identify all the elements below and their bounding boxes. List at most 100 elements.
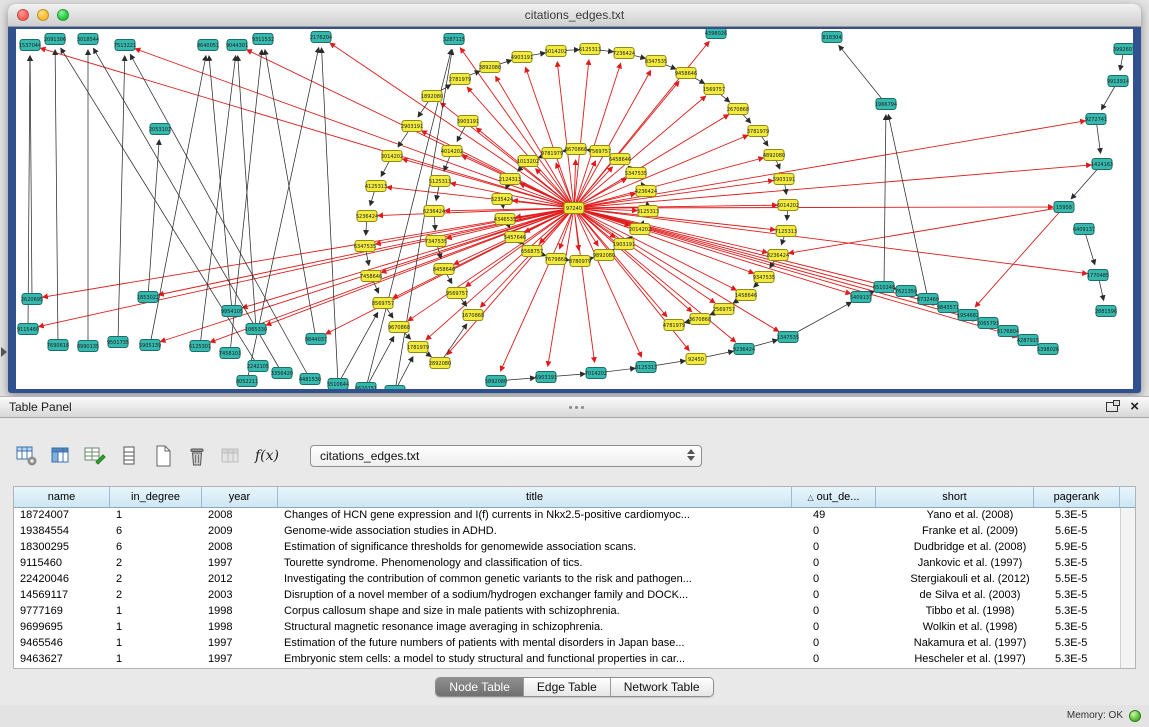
graph-node[interactable]: 1770485: [1087, 270, 1109, 281]
graph-node[interactable]: 5510644: [327, 379, 349, 390]
graph-node[interactable]: 6125301: [189, 341, 211, 352]
graph-node[interactable]: 2053102: [149, 124, 171, 135]
graph-node[interactable]: 2781979: [449, 74, 471, 85]
close-window-icon[interactable]: [17, 9, 29, 21]
graph-node[interactable]: 8569757: [372, 298, 394, 309]
graph-node[interactable]: 92450: [686, 354, 706, 365]
graph-node[interactable]: 1892080: [421, 91, 443, 102]
graph-node[interactable]: 1954682: [957, 310, 979, 321]
graph-node[interactable]: 1670868: [462, 310, 484, 321]
graph-node[interactable]: 7690618: [47, 340, 69, 351]
graph-node[interactable]: 1853022: [137, 292, 159, 303]
graph-node[interactable]: 8670868: [565, 144, 587, 155]
float-panel-icon[interactable]: [1106, 402, 1118, 412]
graph-node[interactable]: 8125313: [635, 362, 657, 373]
window-titlebar[interactable]: citations_edges.txt: [8, 4, 1141, 27]
graph-node[interactable]: 4892080: [763, 150, 785, 161]
graph-node[interactable]: 9954105: [221, 306, 243, 317]
graph-node[interactable]: 1458646: [735, 290, 757, 301]
graph-node[interactable]: 1903191: [613, 239, 635, 250]
graph-node[interactable]: 6236424: [423, 206, 445, 217]
graph-node[interactable]: 9501735: [107, 337, 129, 348]
graph-node[interactable]: 3176804: [997, 326, 1019, 337]
graph-node[interactable]: 818304: [822, 32, 842, 43]
graph-node[interactable]: 2569757: [713, 304, 735, 315]
graph-node[interactable]: 2242105: [247, 361, 269, 372]
graph-node[interactable]: 7014202: [585, 368, 607, 379]
table-row[interactable]: 946362711997Embryonic stem cells: a mode…: [14, 652, 1135, 668]
graph-node[interactable]: 5905139: [139, 340, 161, 351]
tab-node-table[interactable]: Node Table: [436, 678, 524, 696]
graph-node[interactable]: 5398026: [1037, 344, 1059, 355]
graph-node[interactable]: 8780979: [569, 256, 591, 267]
graph-node[interactable]: 3992607: [1113, 44, 1133, 55]
graph-node[interactable]: 1569757: [703, 84, 725, 95]
graph-node[interactable]: 7125313: [775, 226, 797, 237]
column-header-in_degree[interactable]: in_degree: [110, 487, 202, 507]
table-row[interactable]: 1872400712008Changes of HCN gene express…: [14, 508, 1135, 524]
graph-node[interactable]: 5892080: [485, 376, 507, 387]
graph-node[interactable]: 7458646: [360, 271, 382, 282]
graph-node[interactable]: 4287915: [1017, 335, 1039, 346]
graph-node[interactable]: 9892080: [593, 250, 615, 261]
graph-node[interactable]: 6409137: [1073, 224, 1095, 235]
graph-node[interactable]: 9569757: [446, 288, 468, 299]
graph-node[interactable]: 6903191: [535, 372, 557, 383]
graph-node[interactable]: 2124313: [499, 174, 521, 185]
graph-node[interactable]: 4481530: [299, 374, 321, 385]
graph-node[interactable]: 3781979: [747, 126, 769, 137]
table-row[interactable]: 969969511998Structural magnetic resonanc…: [14, 620, 1135, 636]
column-header-pagerank[interactable]: pagerank: [1034, 487, 1120, 507]
column-header-out_de[interactable]: △out_de...: [792, 487, 876, 507]
graph-node[interactable]: 4781979: [663, 320, 685, 331]
graph-node[interactable]: 4236424: [635, 186, 657, 197]
graph-node[interactable]: 7236424: [613, 48, 635, 59]
graph-node[interactable]: 2620695: [21, 294, 43, 305]
graph-node[interactable]: 2091306: [44, 34, 66, 45]
graph-node[interactable]: 6620151: [355, 383, 377, 390]
graph-node[interactable]: 6568757: [521, 246, 543, 257]
graph-node[interactable]: 3014202: [381, 151, 403, 162]
graph-node[interactable]: 5347535: [625, 168, 647, 179]
graph-node[interactable]: 3235424: [491, 194, 513, 205]
tab-network-table[interactable]: Network Table: [611, 678, 713, 696]
graph-node[interactable]: 9311532: [252, 34, 274, 45]
edit-table-icon[interactable]: [82, 443, 108, 469]
graph-node[interactable]: 2065793: [977, 318, 999, 329]
graph-node[interactable]: 6347535: [354, 241, 376, 252]
graph-node[interactable]: 1537044: [19, 40, 41, 51]
table-row[interactable]: 977716911998Corpus callosum shape and si…: [14, 604, 1135, 620]
table-row[interactable]: 2242004622012Investigating the contribut…: [14, 572, 1135, 588]
graph-node[interactable]: 7347535: [425, 236, 447, 247]
graph-node[interactable]: 9272741: [1085, 114, 1107, 125]
graph-node[interactable]: 3903191: [457, 116, 479, 127]
table-row[interactable]: 946554611997Estimation of the future num…: [14, 636, 1135, 652]
graph-node[interactable]: 2892080: [429, 358, 451, 369]
graph-node[interactable]: 2670868: [727, 104, 749, 115]
graph-node[interactable]: 2903191: [401, 121, 423, 132]
graph-node[interactable]: 5457646: [504, 232, 526, 243]
row-height-icon[interactable]: [116, 443, 142, 469]
graph-node[interactable]: 8458646: [433, 264, 455, 275]
graph-node[interactable]: 8732460: [917, 294, 939, 305]
graph-node[interactable]: 3670868: [689, 314, 711, 325]
graph-node[interactable]: 3287115: [443, 34, 465, 45]
table-settings-icon[interactable]: [14, 443, 40, 469]
graph-node[interactable]: 8844037: [305, 334, 327, 345]
graph-node[interactable]: 6014202: [777, 200, 799, 211]
graph-node[interactable]: 6510248: [873, 282, 895, 293]
graph-node[interactable]: 4346535: [494, 214, 516, 225]
close-panel-icon[interactable]: ×: [1130, 400, 1139, 414]
network-canvas[interactable]: 1537044209130630185447513221864005190443…: [16, 29, 1133, 389]
graph-node[interactable]: 5903191: [773, 174, 795, 185]
graph-node[interactable]: 9347535: [753, 272, 775, 283]
graph-node[interactable]: 7621359: [895, 286, 917, 297]
graph-node[interactable]: 8052211: [236, 376, 258, 387]
zoom-window-icon[interactable]: [57, 9, 69, 21]
graph-node[interactable]: 3125313: [637, 206, 659, 217]
splitter-handle[interactable]: [575, 406, 578, 409]
graph-node[interactable]: 1781979: [407, 342, 429, 353]
graph-node[interactable]: 1966794: [875, 99, 897, 110]
graph-node[interactable]: 8990135: [77, 341, 99, 352]
create-column-icon[interactable]: [150, 443, 176, 469]
